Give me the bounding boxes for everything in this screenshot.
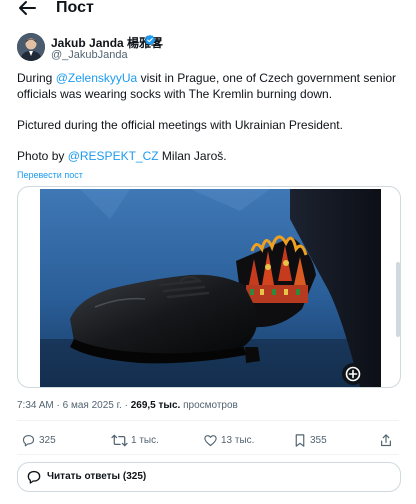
chat-bubble-icon [27, 470, 41, 484]
tweet-actions: 325 1 тыс. 13 тыс. 355 [17, 430, 399, 450]
bookmark-button[interactable]: 355 [293, 430, 327, 450]
tweet-text-segment: Photo by [17, 149, 68, 163]
tweet-paragraph-3: Photo by @RESPEKT_CZ Milan Jaroš. [17, 148, 409, 164]
share-button[interactable] [379, 430, 393, 450]
read-replies-button[interactable]: Читать ответы (325) [17, 462, 401, 492]
tweet-text-segment: Milan Jaroš. [158, 149, 227, 163]
divider [17, 420, 399, 421]
bookmark-count: 355 [310, 434, 327, 446]
heart-icon [204, 434, 217, 446]
mention-link-respekt-cz[interactable]: @RESPEKT_CZ [68, 149, 159, 163]
meta-separator: · [124, 400, 128, 411]
tweet-date[interactable]: 6 мая 2025 г. [63, 400, 122, 411]
scrollbar-thumb[interactable] [396, 262, 400, 337]
reply-count: 325 [39, 434, 56, 446]
tweet-text: During @ZelenskyyUa visit in Prague, one… [17, 70, 409, 164]
translate-post-link[interactable]: Перевести пост [17, 170, 83, 180]
like-button[interactable]: 13 тыс. [203, 430, 254, 450]
page-title: Пост [56, 0, 94, 16]
tweet-meta: 7:34 AM · 6 мая 2025 г. · 269,5 тыс. про… [17, 400, 238, 411]
verified-badge-icon [144, 34, 156, 46]
tweet-text-segment: During [17, 71, 56, 85]
repost-button[interactable]: 1 тыс. [111, 430, 159, 450]
reply-icon [22, 434, 35, 446]
share-icon [381, 433, 391, 446]
avatar[interactable] [17, 33, 45, 61]
bookmark-icon [295, 433, 305, 447]
tweet-time[interactable]: 7:34 AM [17, 400, 54, 411]
views-label: просмотров [183, 400, 238, 411]
tweet-paragraph-2: Pictured during the official meetings wi… [17, 118, 343, 132]
zoom-plus-icon [345, 366, 361, 382]
read-replies-label: Читать ответы (325) [47, 471, 147, 482]
views-count: 269,5 тыс. [130, 400, 181, 411]
mention-link-zelenskyyua[interactable]: @ZelenskyyUa [56, 71, 138, 85]
divider [17, 454, 399, 455]
repost-icon [111, 434, 128, 446]
like-count: 13 тыс. [221, 434, 255, 446]
expand-media-button[interactable] [342, 363, 364, 385]
arrow-left-icon[interactable] [17, 0, 37, 16]
page-header: Пост [0, 0, 416, 22]
avatar-photo [17, 33, 45, 61]
tweet-paragraph-1: During @ZelenskyyUa visit in Prague, one… [17, 70, 409, 102]
media-container [17, 186, 401, 388]
author-handle[interactable]: @_JakubJanda [51, 49, 128, 61]
meta-separator: · [56, 400, 60, 411]
reply-button[interactable]: 325 [21, 430, 56, 450]
repost-count: 1 тыс. [131, 434, 159, 446]
tweet-photo[interactable] [40, 189, 381, 387]
